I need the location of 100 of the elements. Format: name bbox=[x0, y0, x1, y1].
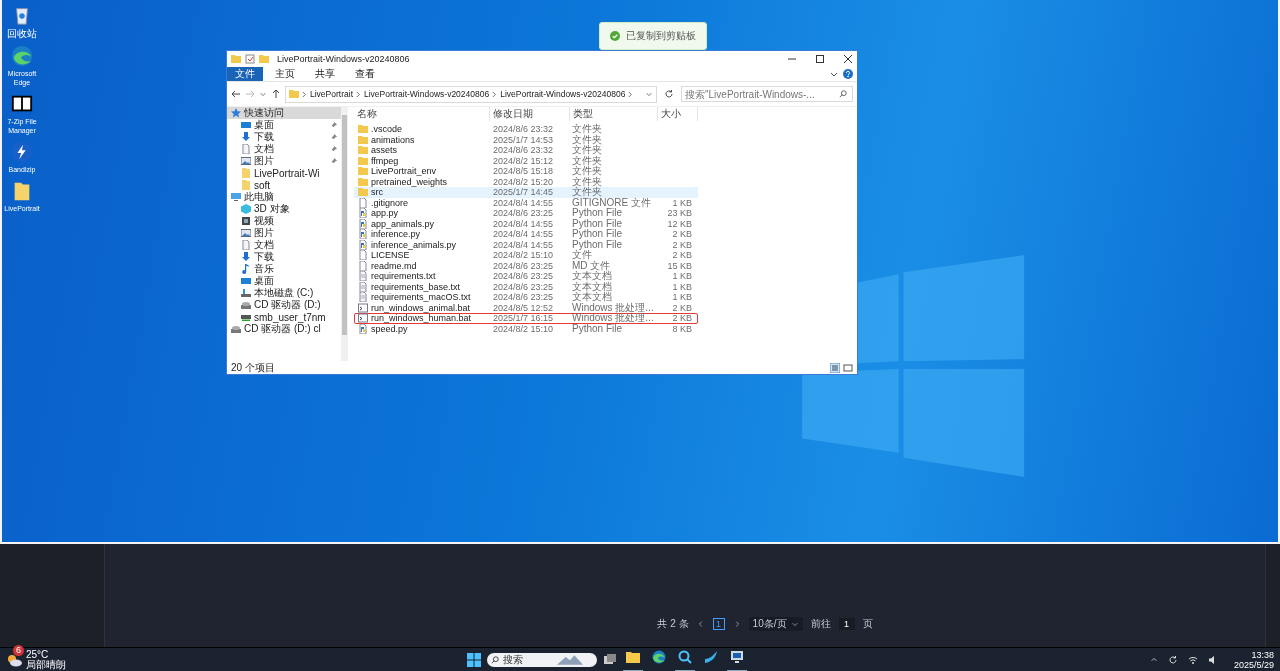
file-size: 1 KB bbox=[672, 197, 692, 208]
file-row[interactable]: pretrained_weights 2024/8/2 15:20 文件夹 bbox=[354, 176, 698, 187]
back-arrow-icon[interactable] bbox=[231, 89, 241, 99]
column-header[interactable]: 大小 bbox=[658, 107, 698, 121]
ribbon-tab[interactable]: 共享 bbox=[307, 67, 343, 81]
modified-date: 2024/8/6 23:25 bbox=[492, 281, 555, 292]
file-name: LICENSE bbox=[371, 250, 410, 261]
python-file-icon bbox=[358, 229, 368, 240]
ribbon-tab[interactable]: 查看 bbox=[347, 67, 383, 81]
chevron-left-icon[interactable] bbox=[696, 620, 705, 628]
file-row[interactable]: inference.py 2024/8/4 14:55 Python File 2 KB bbox=[354, 229, 698, 240]
breadcrumb-link[interactable]: LivePortrait-Windows-v20240806 bbox=[364, 89, 490, 99]
nav-item[interactable]: 文档 bbox=[227, 239, 341, 251]
file-row[interactable]: .vscode 2024/8/6 23:32 文件夹 bbox=[354, 124, 698, 135]
column-header[interactable]: 类型 bbox=[570, 107, 658, 121]
wifi-icon[interactable] bbox=[1187, 654, 1198, 665]
nav-item[interactable]: 桌面 bbox=[227, 275, 341, 287]
file-row[interactable]: inference_animals.py 2024/8/4 14:55 Python File 2 KB bbox=[354, 239, 698, 250]
file-type: 文件夹 bbox=[571, 145, 603, 156]
file-row[interactable]: requirements.txt 2024/8/6 23:25 文本文档 1 KB bbox=[354, 271, 698, 282]
nav-item[interactable]: 下载 bbox=[227, 131, 341, 143]
column-header[interactable]: 名称 bbox=[354, 107, 490, 121]
monitor-icon bbox=[730, 649, 744, 664]
file-type: 文本文档 bbox=[571, 281, 613, 292]
details-view-icon[interactable] bbox=[830, 362, 840, 373]
file-name: speed.py bbox=[371, 323, 408, 334]
file-name: ffmpeg bbox=[371, 155, 399, 166]
file-name: readme.md bbox=[371, 260, 417, 271]
start-icon[interactable] bbox=[467, 652, 481, 667]
desktop-shortcut[interactable]: 回收站 bbox=[2, 4, 42, 39]
file-row[interactable]: requirements_macOS.txt 2024/8/6 23:25 文本文档 1 KB bbox=[354, 292, 698, 303]
file-type: Python File bbox=[571, 229, 624, 240]
large-icons-view-icon[interactable] bbox=[843, 362, 853, 373]
page-button[interactable]: 1 bbox=[712, 618, 725, 630]
file-row[interactable]: animations 2025/1/7 14:53 文件夹 bbox=[354, 134, 698, 145]
pin-icon bbox=[330, 133, 337, 141]
nav-item[interactable]: 下载 bbox=[227, 251, 341, 263]
file-row[interactable]: LICENSE 2024/8/2 15:10 文件 2 KB bbox=[354, 250, 698, 261]
file-row[interactable]: requirements_base.txt 2024/8/6 23:25 文本文档 1 KB bbox=[354, 281, 698, 292]
disc-drive-icon bbox=[241, 300, 251, 310]
nav-item[interactable]: LivePortrait-Wi bbox=[227, 167, 341, 179]
file-row[interactable]: .gitignore 2024/8/4 14:55 GITIGNORE 文件 1 KB bbox=[354, 197, 698, 208]
file-size: 2 KB bbox=[672, 229, 692, 240]
item-count: 20 个项目 bbox=[231, 360, 275, 375]
search-icon bbox=[839, 90, 847, 98]
monitor-icon bbox=[231, 192, 241, 202]
task-view-icon[interactable] bbox=[603, 652, 617, 667]
nav-item[interactable]: 桌面 bbox=[227, 119, 341, 131]
file-row[interactable]: run_windows_animal.bat 2024/8/5 12:52 Windows 批处理... 2 KB bbox=[354, 302, 698, 313]
up-arrow-icon[interactable] bbox=[271, 89, 281, 99]
taskbar-search-field[interactable]: 搜索 bbox=[487, 652, 597, 667]
file-type: 文本文档 bbox=[571, 292, 613, 303]
nav-item[interactable]: 3D 对象 bbox=[227, 203, 341, 215]
file-row[interactable]: readme.md 2024/8/6 23:25 MD 文件 15 KB bbox=[354, 260, 698, 271]
file-row[interactable]: run_windows_human.bat 2025/1/7 16:15 Windows 批处理... 2 KB bbox=[354, 313, 698, 324]
nav-item[interactable]: 视频 bbox=[227, 215, 341, 227]
ribbon-tab[interactable]: 文件 bbox=[227, 67, 263, 81]
nav-item[interactable]: 图片 bbox=[227, 155, 341, 167]
breadcrumb-link[interactable]: LivePortrait bbox=[310, 89, 353, 99]
modified-date: 2024/8/2 15:20 bbox=[492, 176, 555, 187]
search-input[interactable]: 搜索 bbox=[503, 654, 553, 665]
nav-item[interactable]: 本地磁盘 (C:) bbox=[227, 287, 341, 299]
nav-item[interactable]: 音乐 bbox=[227, 263, 341, 275]
file-row[interactable]: src 2025/1/7 14:45 文件夹 bbox=[354, 187, 698, 198]
file-row[interactable]: assets 2024/8/6 23:32 文件夹 bbox=[354, 145, 698, 156]
nav-item[interactable]: soft bbox=[227, 179, 341, 191]
folder-icon bbox=[358, 187, 368, 198]
chevron-up-icon[interactable] bbox=[1149, 655, 1158, 664]
nav-item[interactable]: smb_user_t7nm bbox=[227, 311, 341, 323]
nav-item[interactable]: 图片 bbox=[227, 227, 341, 239]
maximize-icon[interactable] bbox=[815, 54, 825, 64]
file-type: 文件夹 bbox=[571, 176, 603, 187]
nav-item[interactable]: 文档 bbox=[227, 143, 341, 155]
address-bar[interactable]: LivePortrait LivePortrait-Windows-v20240806 LivePortrait-Windows-v20240806 bbox=[285, 85, 657, 103]
page-size-select[interactable]: 10条/页 bbox=[748, 617, 803, 631]
sync-icon[interactable] bbox=[1167, 654, 1178, 665]
file-name: .gitignore bbox=[371, 197, 409, 208]
help-icon[interactable] bbox=[843, 69, 853, 79]
file-size: 2 KB bbox=[672, 302, 692, 313]
file-row[interactable]: app_animals.py 2024/8/4 14:55 Python File 12 KB bbox=[354, 218, 698, 229]
column-header[interactable]: 修改日期 bbox=[490, 107, 570, 121]
file-row[interactable]: ffmpeg 2024/8/2 15:12 文件夹 bbox=[354, 155, 698, 166]
nav-item[interactable]: CD 驱动器 (D:) cl bbox=[227, 323, 341, 335]
breadcrumb-link[interactable]: LivePortrait-Windows-v20240806 bbox=[500, 89, 626, 99]
close-icon[interactable] bbox=[843, 54, 853, 64]
pin-icon bbox=[330, 145, 337, 153]
scrollbar[interactable] bbox=[341, 107, 348, 361]
star-icon bbox=[231, 108, 241, 118]
nav-item[interactable]: 此电脑 bbox=[227, 191, 341, 203]
nav-item[interactable]: CD 驱动器 (D:) bbox=[227, 299, 341, 311]
refresh-icon[interactable] bbox=[664, 89, 674, 99]
file-type: 文本文档 bbox=[571, 271, 613, 282]
nav-item[interactable]: 快速访问 bbox=[227, 107, 341, 119]
search-field[interactable]: 搜索"LivePortrait-Windows-... bbox=[681, 86, 853, 102]
file-row[interactable]: speed.py 2024/8/2 15:10 Python File 8 KB bbox=[354, 323, 698, 334]
page-input[interactable]: 1 bbox=[838, 618, 855, 630]
clock[interactable]: 13:38 2025/5/29 bbox=[1233, 649, 1274, 670]
file-row[interactable]: app.py 2024/8/6 23:25 Python File 23 KB bbox=[354, 208, 698, 219]
ribbon-tab[interactable]: 主页 bbox=[267, 67, 303, 81]
file-row[interactable]: LivePortrait_env 2024/8/5 15:18 文件夹 bbox=[354, 166, 698, 177]
